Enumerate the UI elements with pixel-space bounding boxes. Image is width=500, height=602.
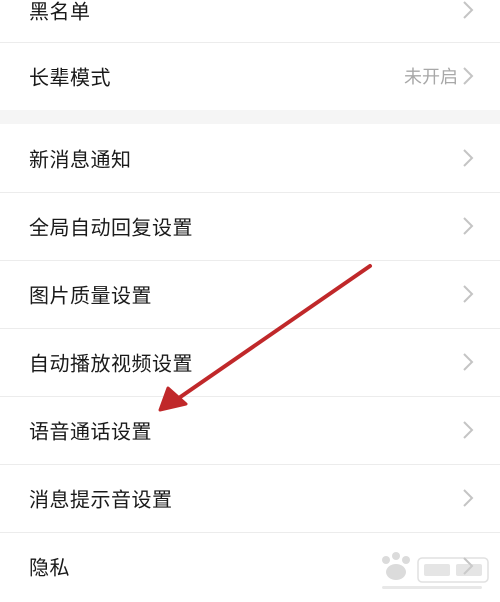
settings-item-blacklist[interactable]: 黑名单 (0, 0, 500, 44)
settings-item-label: 自动播放视频设置 (29, 351, 193, 376)
chevron-right-icon (463, 285, 474, 303)
settings-item-auto-reply[interactable]: 全局自动回复设置 (0, 192, 500, 260)
chevron-right-icon (463, 217, 474, 235)
chevron-right-icon (463, 67, 474, 85)
settings-item-label: 新消息通知 (29, 147, 132, 172)
settings-item-label: 长辈模式 (29, 65, 111, 90)
settings-group-2: 新消息通知 全局自动回复设置 图片质量设置 自动播放视频设置 语音通话设置 消息… (0, 124, 500, 602)
chevron-right-icon (463, 149, 474, 167)
settings-item-label: 黑名单 (29, 0, 91, 24)
settings-item-label: 消息提示音设置 (29, 487, 173, 512)
settings-item-autoplay-video[interactable]: 自动播放视频设置 (0, 328, 500, 396)
settings-item-elder-mode[interactable]: 长辈模式 未开启 (0, 42, 500, 110)
settings-item-label: 图片质量设置 (29, 283, 152, 308)
settings-item-message-sound[interactable]: 消息提示音设置 (0, 464, 500, 532)
status-value: 未开启 (404, 67, 458, 88)
chevron-right-icon (463, 1, 474, 19)
settings-item-label: 全局自动回复设置 (29, 215, 193, 240)
settings-item-label: 语音通话设置 (29, 419, 152, 444)
settings-group-1: 黑名单 长辈模式 未开启 (0, 0, 500, 110)
settings-item-image-quality[interactable]: 图片质量设置 (0, 260, 500, 328)
baidu-jingyan-watermark-logo (382, 552, 489, 589)
settings-screen: 黑名单 长辈模式 未开启 新消息通知 全局自动回复设置 图片质量设置 自动播放视… (0, 0, 500, 602)
chevron-right-icon (463, 353, 474, 371)
chevron-right-icon (463, 489, 474, 507)
settings-item-label: 隐私 (29, 555, 70, 580)
settings-item-new-message-notification[interactable]: 新消息通知 (0, 124, 500, 192)
chevron-right-icon (463, 421, 474, 439)
settings-item-voice-call[interactable]: 语音通话设置 (0, 396, 500, 464)
